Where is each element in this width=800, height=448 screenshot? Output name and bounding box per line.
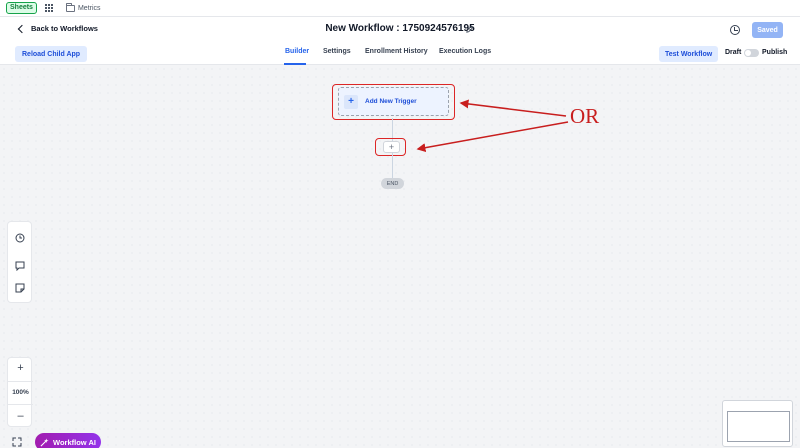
zoom-out-button[interactable]: – bbox=[8, 411, 33, 422]
breadcrumb-folder-label: Metrics bbox=[77, 4, 101, 12]
reload-child-app-button[interactable]: Reload Child App bbox=[15, 46, 88, 62]
connector-line bbox=[392, 153, 393, 178]
clock-icon[interactable] bbox=[15, 233, 25, 243]
canvas-minimap[interactable] bbox=[722, 400, 793, 447]
workflow-header: Back to Workflows New Workflow : 1750924… bbox=[0, 17, 800, 43]
tab-builder[interactable]: Builder bbox=[285, 48, 309, 55]
tab-enrollment-history[interactable]: Enrollment History bbox=[365, 48, 428, 55]
test-workflow-button[interactable]: Test Workflow bbox=[659, 46, 719, 62]
canvas-tool-panel bbox=[7, 221, 32, 303]
workflow-ai-label: Workflow AI bbox=[53, 437, 96, 447]
end-node: END bbox=[381, 178, 404, 189]
folder-icon bbox=[65, 2, 75, 12]
breadcrumb[interactable]: Metrics bbox=[65, 2, 101, 12]
fit-view-icon[interactable] bbox=[12, 437, 22, 447]
add-action-button[interactable]: + bbox=[383, 141, 400, 153]
tab-execution-logs[interactable]: Execution Logs bbox=[439, 48, 491, 55]
workflow-ai-button[interactable]: Workflow AI bbox=[35, 433, 101, 448]
workflow-title: New Workflow : 1750924576195 bbox=[325, 23, 475, 34]
or-annotation: OR bbox=[570, 104, 600, 128]
add-new-trigger-label: Add New Trigger bbox=[365, 98, 417, 105]
app-top-strip: Sheets Metrics bbox=[0, 0, 800, 17]
saved-button[interactable]: Saved bbox=[752, 22, 783, 38]
minimap-viewport bbox=[727, 411, 790, 442]
zoom-in-button[interactable]: + bbox=[8, 363, 33, 374]
zoom-divider bbox=[8, 381, 33, 382]
zoom-divider bbox=[8, 404, 33, 405]
tab-settings[interactable]: Settings bbox=[323, 48, 351, 55]
workflow-tabs-bar: Reload Child App Builder Settings Enroll… bbox=[0, 43, 800, 65]
apps-grid-icon[interactable] bbox=[44, 3, 54, 13]
zoom-control-panel: + 100% – bbox=[7, 357, 33, 427]
draft-label: Draft bbox=[725, 49, 742, 56]
zoom-level: 100% bbox=[12, 389, 29, 396]
version-history-icon[interactable] bbox=[730, 25, 740, 35]
publish-toggle[interactable] bbox=[744, 49, 759, 57]
add-new-trigger-card[interactable]: + Add New Trigger bbox=[338, 87, 449, 116]
comment-icon[interactable] bbox=[15, 261, 25, 271]
magic-wand-icon bbox=[40, 437, 49, 446]
workflow-canvas[interactable] bbox=[0, 65, 800, 448]
publish-label: Publish bbox=[762, 49, 788, 56]
plus-icon: + bbox=[344, 94, 358, 109]
edit-pencil-icon[interactable] bbox=[466, 25, 474, 33]
sticky-note-icon[interactable] bbox=[15, 283, 25, 293]
sheets-badge[interactable]: Sheets bbox=[6, 2, 37, 14]
